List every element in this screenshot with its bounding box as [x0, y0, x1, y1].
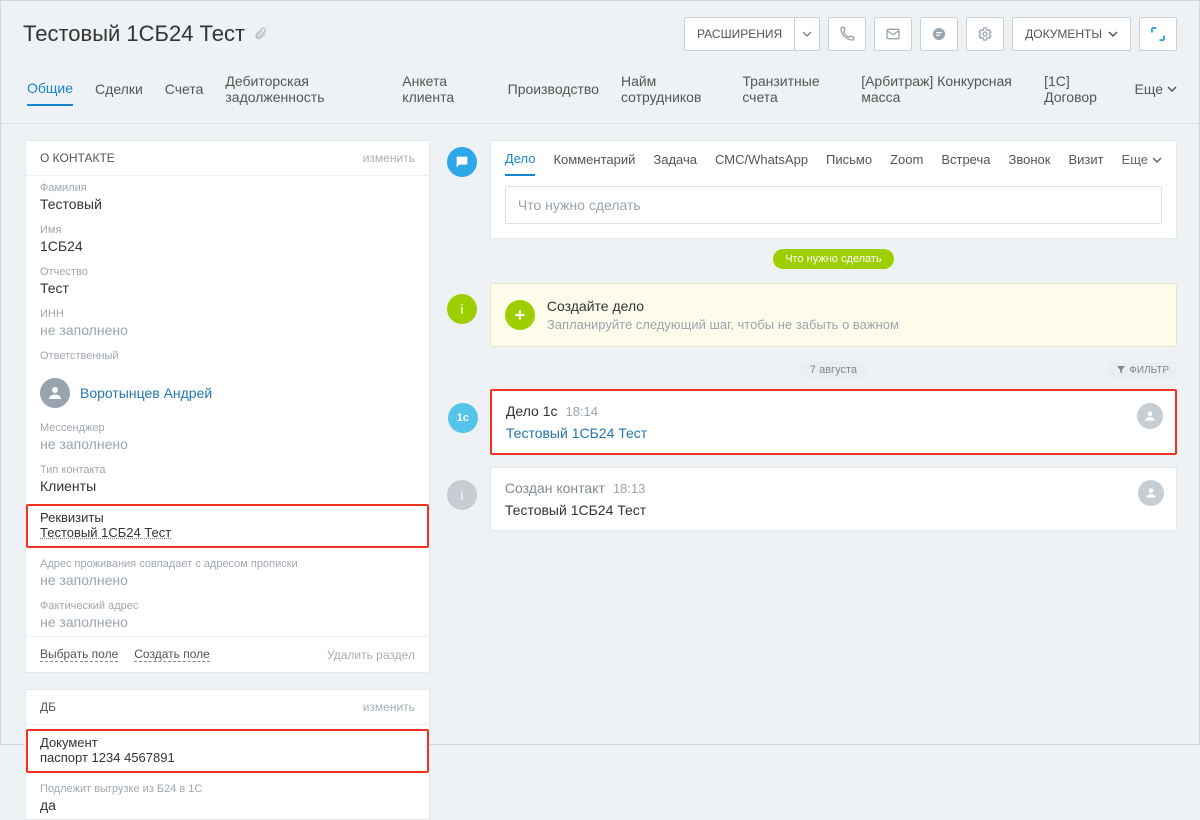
lastname-label: Фамилия	[40, 182, 415, 194]
user-avatar-icon	[40, 378, 70, 408]
date-chip: 7 августа	[800, 361, 867, 379]
settings-button[interactable]	[966, 17, 1004, 51]
document-highlight: Документ паспорт 1234 4567891	[26, 729, 429, 773]
requisites-highlight: Реквизиты Тестовый 1СБ24 Тест	[26, 504, 429, 548]
responsible-label: Ответственный	[40, 350, 415, 362]
event-user-icon[interactable]	[1137, 403, 1163, 429]
addr-match-value: не заполнено	[40, 572, 415, 588]
act-tab-meeting[interactable]: Встреча	[941, 152, 990, 175]
document-label: Документ	[40, 735, 415, 750]
page-title: Тестовый 1СБ24 Тест	[23, 21, 245, 47]
plus-icon[interactable]: +	[505, 300, 535, 330]
task-input[interactable]: Что нужно сделать	[505, 186, 1162, 224]
act-tab-more[interactable]: Еще	[1122, 152, 1162, 175]
filter-button[interactable]: ФИЛЬТР	[1109, 362, 1177, 379]
create-deal-sub: Запланируйте следующий шаг, чтобы не заб…	[547, 317, 899, 332]
contact-type-value: Клиенты	[40, 478, 415, 494]
requisites-label: Реквизиты	[40, 510, 415, 525]
requisites-value[interactable]: Тестовый 1СБ24 Тест	[40, 525, 415, 540]
about-edit[interactable]: изменить	[363, 151, 415, 165]
create-field-link[interactable]: Создать поле	[134, 647, 210, 662]
act-tab-comment[interactable]: Комментарий	[553, 152, 635, 175]
db-panel: ДБ изменить Документ паспорт 1234 456789…	[25, 689, 430, 820]
inn-value: не заполнено	[40, 322, 415, 338]
messenger-label: Мессенджер	[40, 422, 415, 434]
act-tab-email[interactable]: Письмо	[826, 152, 872, 175]
event2-text: Тестовый 1СБ24 Тест	[505, 502, 1162, 518]
firstname-label: Имя	[40, 224, 415, 236]
tab-general[interactable]: Общие	[27, 72, 73, 106]
tab-transit[interactable]: Транзитные счета	[742, 65, 839, 113]
documents-button[interactable]: ДОКУМЕНТЫ	[1012, 17, 1131, 51]
about-contact-panel: О КОНТАКТЕ изменить Фамилия Тестовый Имя 1…	[25, 140, 430, 673]
onec-icon: 1c	[448, 403, 478, 433]
upload-value: да	[40, 797, 415, 813]
chat-button[interactable]	[920, 17, 958, 51]
patronymic-label: Отчество	[40, 266, 415, 278]
patronymic-value: Тест	[40, 280, 415, 296]
event-contact-created[interactable]: i Создан контакт 18:13 Тестовый 1СБ24 Те…	[490, 467, 1177, 531]
tab-production[interactable]: Производство	[508, 73, 599, 105]
info-grey-icon: i	[447, 480, 477, 510]
event2-user-icon[interactable]	[1138, 480, 1164, 506]
create-deal-card[interactable]: i + Создайте дело Запланируйте следующий…	[490, 283, 1177, 347]
db-edit[interactable]: изменить	[363, 700, 415, 714]
act-tab-visit[interactable]: Визит	[1068, 152, 1103, 175]
extensions-dropdown[interactable]	[794, 17, 820, 51]
attach-icon[interactable]	[253, 27, 267, 41]
contact-type-label: Тип контакта	[40, 464, 415, 476]
inn-label: ИНН	[40, 308, 415, 320]
tab-hiring[interactable]: Найм сотрудников	[621, 65, 720, 113]
event2-title: Создан контакт	[505, 480, 605, 496]
activity-chat-icon	[447, 147, 477, 177]
upload-label: Подлежит выгрузке из Б24 в 1С	[40, 783, 415, 795]
fact-addr-value: не заполнено	[40, 614, 415, 630]
activity-tabs: Дело Комментарий Задача СМС/WhatsApp Пис…	[505, 151, 1162, 176]
event2-time: 18:13	[613, 481, 646, 496]
mail-button[interactable]	[874, 17, 912, 51]
responsible-user[interactable]: Воротынцев Андрей	[80, 385, 212, 401]
addr-match-label: Адрес проживания совпадает с адресом про…	[40, 558, 415, 570]
call-button[interactable]	[828, 17, 866, 51]
extensions-button[interactable]: РАСШИРЕНИЯ	[684, 17, 794, 51]
lastname-value: Тестовый	[40, 196, 415, 212]
act-tab-sms[interactable]: СМС/WhatsApp	[715, 152, 808, 175]
act-tab-zoom[interactable]: Zoom	[890, 152, 923, 175]
create-deal-title: Создайте дело	[547, 298, 899, 314]
act-tab-call[interactable]: Звонок	[1008, 152, 1050, 175]
event-deal-1c[interactable]: 1c Дело 1с 18:14 Тестовый 1СБ24 Тест	[490, 389, 1177, 455]
todo-pill: Что нужно сделать	[773, 249, 893, 269]
db-title: ДБ	[40, 700, 56, 714]
tab-invoices[interactable]: Счета	[165, 73, 204, 105]
messenger-value: не заполнено	[40, 436, 415, 452]
event-title: Дело 1с	[506, 403, 558, 419]
event-time: 18:14	[566, 404, 599, 419]
tab-1c-contract[interactable]: [1С] Договор	[1044, 65, 1112, 113]
tab-client-form[interactable]: Анкета клиента	[402, 65, 485, 113]
refresh-button[interactable]	[1139, 17, 1177, 51]
act-tab-deal[interactable]: Дело	[505, 151, 536, 176]
about-title: О КОНТАКТЕ	[40, 151, 115, 165]
document-value: паспорт 1234 4567891	[40, 750, 415, 765]
tab-arbitration[interactable]: [Арбитраж] Конкурсная масса	[861, 65, 1022, 113]
tab-debit[interactable]: Дебиторская задолженность	[225, 65, 380, 113]
firstname-value: 1СБ24	[40, 238, 415, 254]
info-icon: i	[447, 294, 477, 324]
act-tab-task[interactable]: Задача	[653, 152, 697, 175]
main-tabs: Общие Сделки Счета Дебиторская задолженн…	[1, 65, 1199, 124]
tab-more[interactable]: Еще	[1135, 73, 1178, 105]
fact-addr-label: Фактический адрес	[40, 600, 415, 612]
select-field-link[interactable]: Выбрать поле	[40, 647, 118, 662]
event-link[interactable]: Тестовый 1СБ24 Тест	[506, 425, 647, 441]
delete-section-link[interactable]: Удалить раздел	[327, 648, 415, 662]
tab-deals[interactable]: Сделки	[95, 73, 143, 105]
activity-card: Дело Комментарий Задача СМС/WhatsApp Пис…	[490, 140, 1177, 239]
